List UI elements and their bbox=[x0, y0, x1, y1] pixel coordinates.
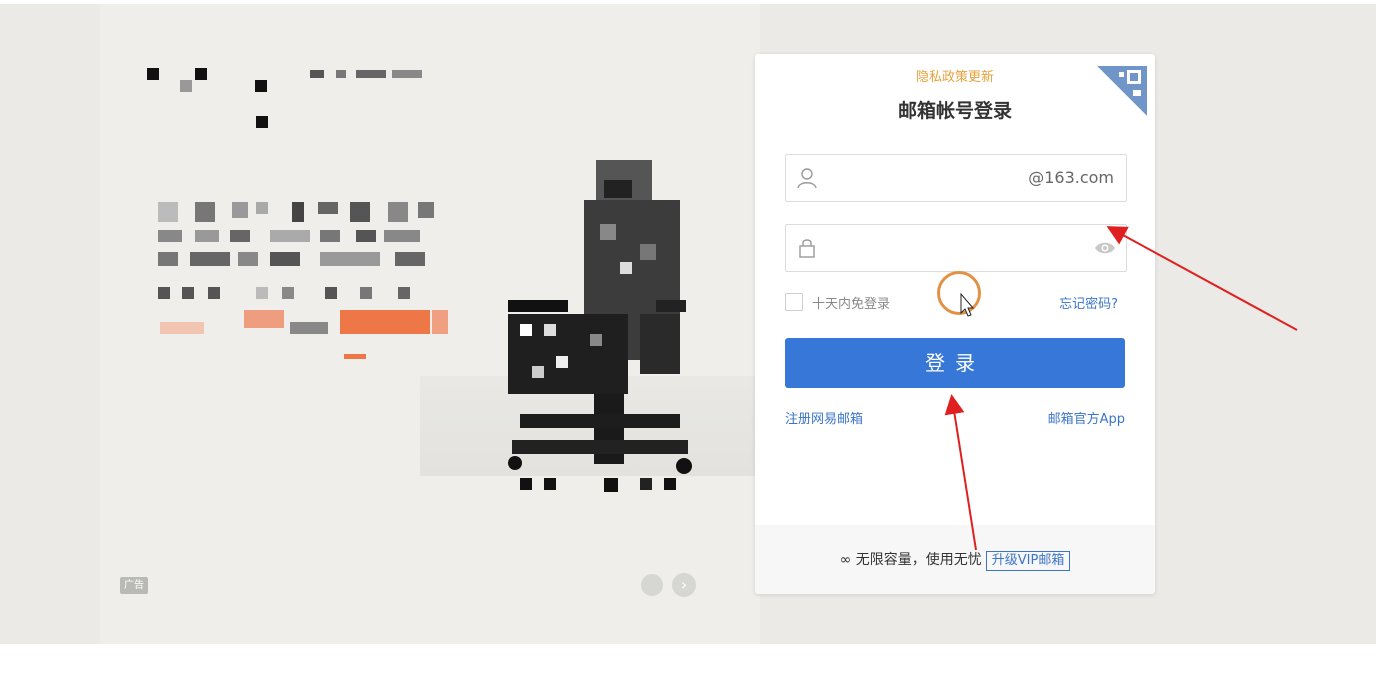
register-link[interactable]: 注册网易邮箱 bbox=[785, 408, 863, 427]
email-domain-suffix: @163.com bbox=[1028, 168, 1114, 187]
footer-promo: ∞ 无限容量，使用无忧 升级VIP邮箱 bbox=[755, 549, 1155, 571]
login-title: 邮箱帐号登录 bbox=[897, 100, 1012, 122]
forgot-password-link[interactable]: 忘记密码? bbox=[1059, 293, 1118, 312]
remember-checkbox[interactable] bbox=[785, 293, 803, 311]
carousel-prev-button[interactable] bbox=[641, 574, 663, 596]
carousel-next-button[interactable]: › bbox=[672, 573, 696, 597]
lock-icon bbox=[799, 239, 815, 258]
upgrade-vip-button[interactable]: 升级VIP邮箱 bbox=[985, 551, 1071, 571]
password-field[interactable] bbox=[785, 224, 1127, 272]
chevron-right-icon: › bbox=[680, 575, 688, 594]
footer-promo-text: ∞ 无限容量，使用无忧 bbox=[839, 552, 982, 568]
login-button[interactable]: 登录 bbox=[785, 338, 1125, 388]
ad-banner[interactable]: 广告 › bbox=[0, 4, 1376, 644]
username-field[interactable]: @163.com bbox=[785, 154, 1127, 202]
eye-icon[interactable] bbox=[1094, 239, 1116, 257]
remember-label[interactable]: 十天内免登录 bbox=[812, 293, 890, 312]
login-card: 隐私政策更新 邮箱帐号登录 @163.com 十天内免登录 忘记密码? 登录 注… bbox=[755, 54, 1155, 594]
privacy-policy-link[interactable]: 隐私政策更新 bbox=[755, 66, 1155, 85]
user-icon bbox=[797, 168, 817, 189]
official-app-link[interactable]: 邮箱官方App bbox=[1048, 408, 1125, 427]
cursor-highlight-ring bbox=[937, 271, 981, 315]
ad-label: 广告 bbox=[120, 577, 148, 594]
card-footer: ∞ 无限容量，使用无忧 升级VIP邮箱 bbox=[755, 525, 1155, 594]
